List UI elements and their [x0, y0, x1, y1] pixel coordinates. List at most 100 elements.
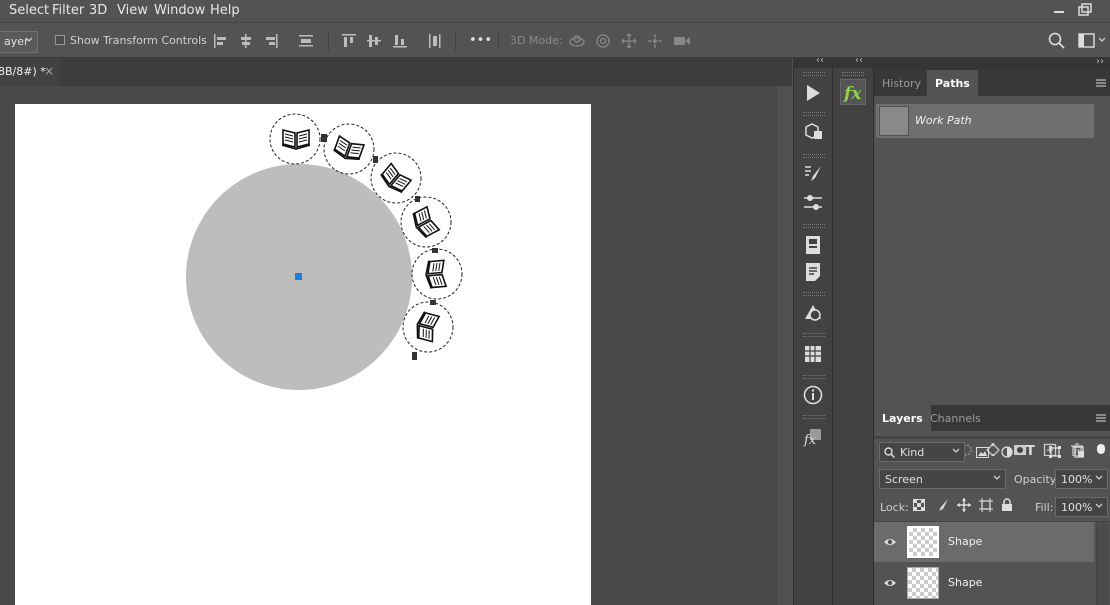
align-left-icon[interactable] [213, 33, 229, 49]
divider [455, 31, 456, 51]
panel-grip[interactable] [803, 112, 825, 116]
add-mask-icon[interactable] [1013, 443, 1027, 457]
menu-select[interactable]: Select [9, 3, 49, 18]
kind-label: Kind [900, 446, 925, 459]
search-icon[interactable] [1048, 32, 1066, 50]
menu-help[interactable]: Help [210, 3, 240, 18]
panel-grip[interactable] [803, 375, 825, 379]
restore-icon[interactable] [1074, 2, 1096, 18]
panel-grip[interactable] [803, 333, 825, 337]
eye-visibility-icon[interactable] [883, 577, 897, 589]
align-bottom-icon[interactable] [392, 33, 408, 49]
more-options-button[interactable]: ••• [469, 33, 492, 48]
chevron-down-icon [1095, 503, 1103, 508]
divider [198, 31, 199, 51]
pan-3d-icon[interactable] [621, 33, 637, 49]
work-path-item[interactable]: Work Path [876, 104, 1094, 138]
adjustments-sliders-icon[interactable] [802, 192, 824, 214]
menu-filter[interactable]: Filter [52, 3, 84, 18]
right-panels: ›› History Paths Work Path Layers Channe… [873, 56, 1110, 605]
collapse-left-icon[interactable]: ‹‹ [816, 55, 824, 66]
menu-window[interactable]: Window [154, 3, 205, 18]
book-symbol-1 [269, 113, 321, 165]
lock-pixels-brush-icon[interactable] [935, 498, 949, 512]
lock-all-icon[interactable] [1001, 498, 1013, 512]
distribute-vertical-icon[interactable] [427, 33, 443, 49]
vertical-scrollbar[interactable] [776, 86, 792, 605]
layer-name[interactable]: Shape [948, 535, 982, 548]
panel-grip[interactable] [803, 292, 825, 296]
layers-tab-bar: Layers Channels [874, 405, 1110, 431]
panel-grip[interactable] [803, 154, 825, 158]
menu-view[interactable]: View [117, 3, 148, 18]
grid-swatches-icon[interactable] [802, 343, 824, 365]
panel-grip[interactable] [803, 224, 825, 228]
properties-panel-icon[interactable] [802, 234, 824, 256]
book-symbol-5 [411, 248, 463, 300]
layer-select-dropdown[interactable]: ayer [0, 31, 38, 53]
lock-artboard-icon[interactable] [979, 498, 993, 512]
3d-cube-icon[interactable] [802, 121, 824, 143]
layer-row[interactable]: Shape [874, 522, 1094, 562]
fill-field[interactable]: 100% [1055, 497, 1108, 517]
styles-fx-icon[interactable]: fx [802, 426, 824, 448]
fx-styles-icon[interactable]: fx [840, 79, 866, 105]
opacity-field[interactable]: 100% [1055, 469, 1108, 489]
menu-3d[interactable]: 3D [89, 3, 107, 18]
layer-filter-kind[interactable]: Kind [879, 442, 965, 462]
distribute-icon[interactable] [298, 33, 314, 49]
minimize-icon[interactable] [1048, 2, 1070, 18]
canvas[interactable] [15, 104, 591, 605]
tab-history[interactable]: History [874, 70, 929, 96]
panel-grip[interactable] [842, 72, 864, 76]
blend-mode-value: Screen [885, 473, 923, 486]
filter-type-icon[interactable]: T [1026, 444, 1035, 459]
filter-shape-icon[interactable] [1049, 446, 1061, 458]
align-right-icon[interactable] [263, 33, 279, 49]
layer-row[interactable]: Shape [874, 563, 1094, 603]
divider [328, 31, 329, 51]
layers-scrollbar[interactable] [1096, 522, 1109, 605]
slide-3d-icon[interactable] [647, 33, 663, 49]
play-action-icon[interactable] [802, 82, 824, 104]
layer-name[interactable]: Shape [948, 576, 982, 589]
filter-smart-object-icon[interactable] [1073, 446, 1085, 458]
panel-grip[interactable] [803, 72, 825, 76]
panel-menu-icon[interactable] [1095, 77, 1107, 89]
align-middle-icon[interactable] [366, 33, 382, 49]
lock-transparent-icon[interactable] [913, 499, 925, 511]
align-top-icon[interactable] [341, 33, 357, 49]
notes-icon[interactable] [802, 261, 824, 283]
roll-3d-icon[interactable] [595, 33, 611, 49]
path-thumbnail [879, 106, 909, 136]
tab-channels[interactable]: Channels [922, 405, 989, 431]
panel-menu-icon[interactable] [1095, 412, 1107, 424]
brush-settings-icon[interactable] [802, 163, 824, 185]
filter-adjustment-icon[interactable] [1001, 446, 1013, 458]
history-brush-icon[interactable] [802, 302, 824, 324]
collapse-right-icon[interactable]: ›› [1096, 56, 1104, 67]
layers-panel-body: Kind T Screen Opacity: 100% Lock: Fill: … [874, 442, 1110, 605]
blend-mode-dropdown[interactable]: Screen [879, 469, 1006, 489]
show-transform-checkbox[interactable] [55, 35, 65, 45]
chevron-down-icon [993, 475, 1001, 480]
lock-position-move-icon[interactable] [957, 498, 971, 512]
column-header: ‹‹ [833, 55, 874, 68]
close-tab-icon[interactable]: × [44, 64, 54, 78]
filter-pixel-icon[interactable] [976, 447, 989, 458]
eye-visibility-icon[interactable] [883, 536, 897, 548]
book-symbol-6 [402, 301, 454, 353]
video-camera-icon[interactable] [673, 33, 691, 49]
panel-grip[interactable] [803, 415, 825, 419]
panel-header: ›› [874, 56, 1110, 70]
tab-paths[interactable]: Paths [927, 70, 978, 96]
align-center-icon[interactable] [238, 33, 254, 49]
filter-toggle[interactable] [1097, 444, 1105, 454]
document-tab[interactable]: 8B/8#) * × [0, 58, 62, 86]
options-bar: ayer Show Transform Controls ••• 3D Mode… [0, 22, 1110, 58]
orbit-3d-icon[interactable] [568, 33, 586, 49]
workspace-chevron-icon[interactable] [1098, 36, 1106, 44]
info-icon[interactable] [802, 384, 824, 406]
workspace-icon[interactable] [1078, 32, 1096, 50]
collapse-left-icon[interactable]: ‹‹ [855, 55, 863, 66]
